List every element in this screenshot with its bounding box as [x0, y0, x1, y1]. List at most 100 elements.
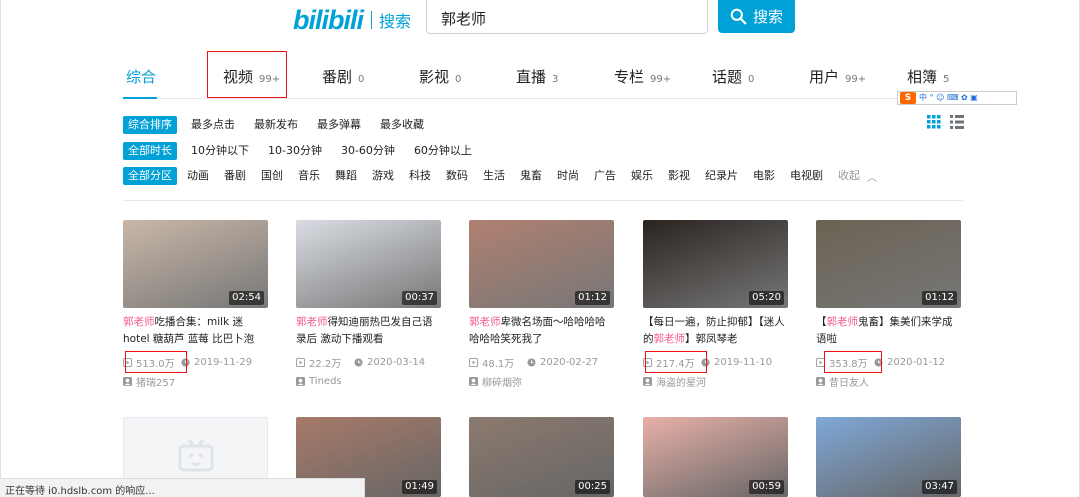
browser-status-bar: 正在等待 i0.hdslb.com 的响应...: [0, 478, 365, 497]
filter-option[interactable]: 纪录片: [700, 167, 743, 185]
filter-option[interactable]: 科技: [404, 167, 436, 185]
tv-placeholder-icon: [178, 439, 214, 472]
search-input[interactable]: 郭老师: [426, 0, 708, 34]
active-tab-indicator: [123, 97, 157, 99]
video-thumbnail[interactable]: 03:47: [816, 417, 961, 497]
upload-date: 2020-03-14: [354, 357, 425, 368]
list-view-icon[interactable]: [950, 115, 964, 129]
uploader[interactable]: 猪瑞257: [123, 373, 268, 389]
filter-option[interactable]: 时尚: [552, 167, 584, 185]
title-keyword: 郭老师: [296, 316, 328, 328]
tab-article[interactable]: 专栏 99+: [614, 66, 671, 87]
filter-option[interactable]: 数码: [441, 167, 473, 185]
site-logo[interactable]: bilibili 搜索: [293, 4, 411, 35]
filter-option[interactable]: 影视: [663, 167, 695, 185]
video-title[interactable]: 郭老师得知迪丽热巴发自己语录后 激动下播观看: [296, 314, 441, 348]
view-count-value: 48.1万: [482, 358, 515, 370]
filter-option[interactable]: 最多弹幕: [312, 116, 366, 134]
filter-option[interactable]: 30-60分钟: [336, 142, 400, 160]
tab-bangumi[interactable]: 番剧 0: [322, 66, 364, 87]
uploader[interactable]: 昔日友人: [816, 373, 961, 389]
video-thumbnail[interactable]: 05:20: [643, 220, 788, 308]
filter-option[interactable]: 电视剧: [785, 167, 828, 185]
filter-option[interactable]: 番剧: [219, 167, 251, 185]
uploader[interactable]: Tineds: [296, 373, 441, 389]
filter-option[interactable]: 60分钟以上: [409, 142, 477, 160]
video-duration: 02:54: [229, 291, 264, 305]
filter-option[interactable]: 10-30分钟: [263, 142, 327, 160]
filter-option[interactable]: 最多点击: [186, 116, 240, 134]
tab-label: 专栏: [614, 68, 645, 86]
tab-photo[interactable]: 相簿 5: [907, 66, 949, 87]
filter-option[interactable]: 舞蹈: [330, 167, 362, 185]
video-title[interactable]: 【每日一遍，防止抑郁】【迷人的郭老师】郭凤琴老: [643, 314, 788, 348]
tab-label: 话题: [712, 68, 743, 86]
tab-label: 综合: [126, 68, 157, 86]
video-card[interactable]: 01:12 郭老师卑微名场面～哈哈哈哈哈哈哈笑死我了 48.1万 2020-02-27…: [469, 220, 614, 389]
highlight-box-views-4: [645, 351, 707, 373]
video-thumbnail[interactable]: 02:54: [123, 220, 268, 308]
filter-option[interactable]: 最新发布: [249, 116, 303, 134]
video-title[interactable]: 郭老师吃播合集：milk 迷hotel 糖葫芦 蓝莓 比巴卜泡: [123, 314, 268, 348]
play-count-icon: [469, 357, 478, 367]
bilibili-logo: bilibili: [293, 4, 364, 35]
search-button[interactable]: 搜索: [718, 0, 795, 33]
upload-date-value: 2019-11-29: [194, 356, 253, 368]
filter-option[interactable]: 广告: [589, 167, 621, 185]
video-title[interactable]: 郭老师卑微名场面～哈哈哈哈哈哈哈笑死我了: [469, 314, 614, 348]
view-count: 48.1万: [469, 355, 527, 370]
video-duration: 05:20: [749, 291, 784, 305]
video-thumbnail[interactable]: 00:37: [296, 220, 441, 308]
video-thumbnail[interactable]: 01:12: [816, 220, 961, 308]
video-duration: 01:12: [575, 291, 610, 305]
title-keyword: 郭老师: [653, 333, 686, 345]
tab-all[interactable]: 综合: [126, 66, 156, 87]
filter-option[interactable]: 国创: [256, 167, 288, 185]
upload-date-value: 2020-01-12: [887, 356, 946, 368]
tab-topic[interactable]: 话题 0: [712, 66, 754, 87]
tab-count: 3: [552, 74, 559, 85]
upload-date-value: 2020-02-27: [540, 356, 599, 368]
filter-option[interactable]: 综合排序: [123, 116, 177, 134]
uploader-icon: [643, 376, 652, 386]
filter-option[interactable]: 音乐: [293, 167, 325, 185]
filter-option[interactable]: 电影: [748, 167, 780, 185]
filter-option[interactable]: 生活: [478, 167, 510, 185]
clock-icon: [527, 357, 536, 367]
video-card[interactable]: 00:37 郭老师得知迪丽热巴发自己语录后 激动下播观看 22.2万 2020-03-…: [296, 220, 441, 389]
filter-option[interactable]: 娱乐: [626, 167, 658, 185]
tab-count: 0: [358, 74, 365, 85]
search-icon: [730, 8, 747, 25]
video-thumbnail[interactable]: 00:59: [643, 417, 788, 497]
uploader-icon: [296, 376, 305, 386]
highlight-box-views-5: [824, 351, 882, 373]
tab-label: 用户: [809, 68, 840, 86]
video-duration: 00:25: [575, 480, 610, 494]
tab-movie[interactable]: 影视 0: [419, 66, 461, 87]
tab-user[interactable]: 用户 99+: [809, 66, 866, 87]
filter-option[interactable]: 10分钟以下: [186, 142, 254, 160]
video-thumbnail[interactable]: 00:25: [469, 417, 614, 497]
tab-count: 99+: [650, 74, 672, 85]
video-thumbnail[interactable]: 01:12: [469, 220, 614, 308]
filter-option[interactable]: 鬼畜: [515, 167, 547, 185]
video-meta: 48.1万 2020-02-27: [469, 354, 614, 370]
tab-count: 0: [455, 74, 462, 85]
filter-option[interactable]: 全部时长: [123, 142, 177, 160]
uploader-icon: [816, 376, 825, 386]
filter-option[interactable]: 收起: [833, 167, 865, 185]
ime-toolbar[interactable]: S 中 ° ☺ ⌨ ✿ ▣: [897, 91, 1017, 105]
video-title[interactable]: 【郭老师鬼畜】集美们来学成语啦: [816, 314, 961, 348]
upload-date: 2020-01-12: [874, 357, 945, 368]
uploader[interactable]: 海盗的星河: [643, 373, 788, 389]
grid-view-icon[interactable]: [927, 115, 941, 129]
filter-option[interactable]: 全部分区: [123, 167, 177, 185]
filter-option[interactable]: 动画: [182, 167, 214, 185]
filter-option[interactable]: 游戏: [367, 167, 399, 185]
uploader[interactable]: 柳碎烟弥: [469, 373, 614, 389]
filter-option[interactable]: 最多收藏: [375, 116, 429, 134]
tab-live[interactable]: 直播 3: [516, 66, 558, 87]
tab-label: 番剧: [322, 68, 353, 86]
tab-count: 5: [943, 74, 950, 85]
sogou-icon: S: [900, 92, 916, 104]
